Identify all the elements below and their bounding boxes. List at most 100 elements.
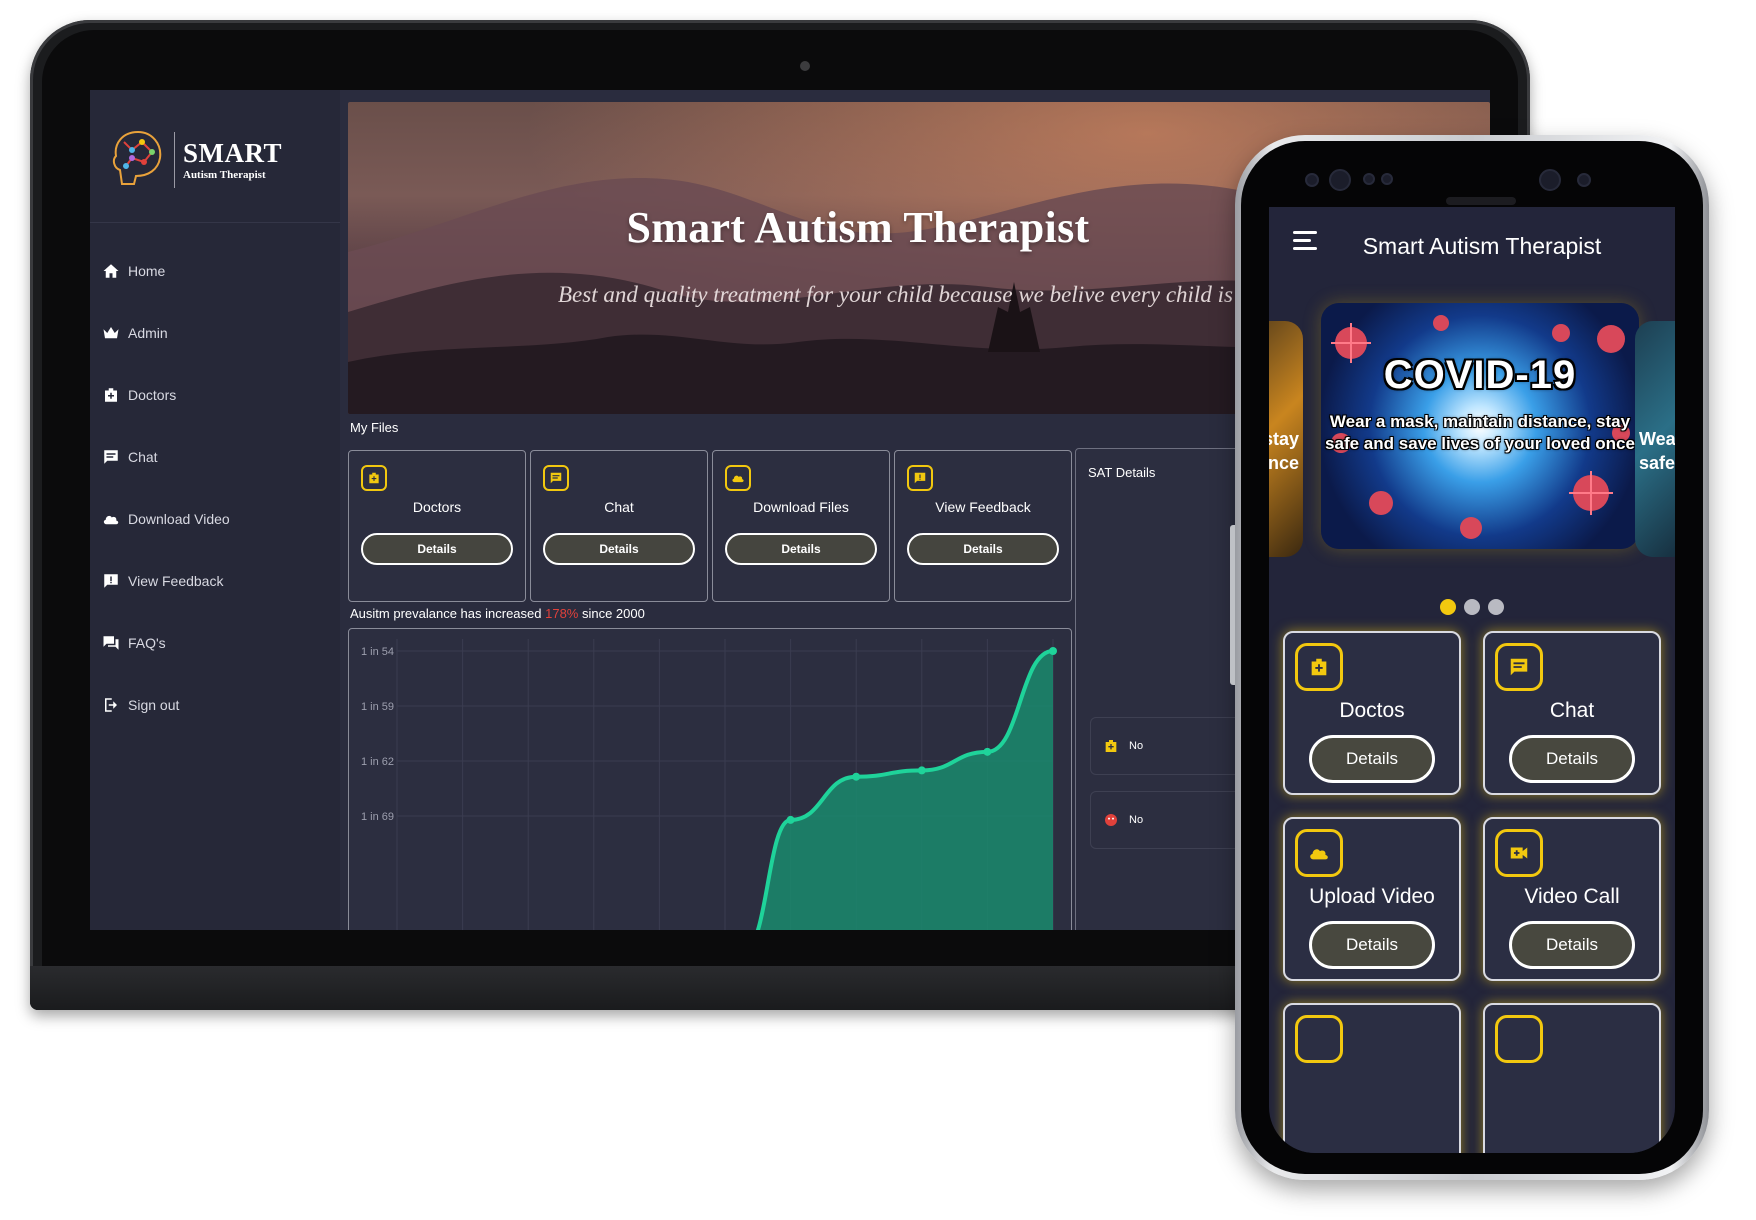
details-button[interactable]: Details [1309,735,1435,783]
carousel-slide-covid[interactable]: COVID-19 Wear a mask, maintain distance,… [1321,303,1639,549]
slide-text: stay [1269,429,1299,449]
card-title: Video Call [1524,885,1620,908]
logo-title: SMART [183,138,283,168]
file-card-view-feedback: View Feedback Details [894,450,1072,602]
slide-caption-line: Wear a mask, maintain distance, stay [1329,412,1631,431]
home-icon [103,264,119,278]
prevalence-chart: 1 in 54 1 in 59 1 in 62 1 in 69 [361,639,1057,930]
sat-details-title: SAT Details [1088,465,1156,480]
front-camera-icon [1329,169,1351,191]
card-title: Chat [1549,699,1595,722]
mobile-app-bar: Smart Autism Therapist [1269,207,1675,287]
sidebar-item-label: Doctors [128,387,177,403]
carousel-indicators [1269,599,1675,615]
details-button[interactable]: Details [1509,921,1635,969]
phone-bezel: Smart Autism Therapist stay once [1241,141,1703,1174]
y-tick-label: 1 in 54 [361,646,394,658]
iris-scanner-icon [1539,169,1561,191]
logo-divider [174,132,175,188]
chat-icon [543,465,569,491]
file-card-chat: Chat Details [530,450,708,602]
details-button[interactable]: Details [725,533,877,565]
file-card-doctors: Doctors Details [348,450,526,602]
medkit-icon [1105,740,1117,752]
my-files-heading: My Files [350,420,399,435]
sidebar-nav: Home Admin Doctors Chat Download Video V… [102,240,332,736]
cloud-icon [1295,829,1343,877]
carousel-dot[interactable] [1488,599,1504,615]
sidebar: SMART Autism Therapist Home Admin Doctor… [90,90,340,930]
phone-side-button [1230,525,1235,685]
caption-text-end: since 2000 [578,606,645,621]
mobile-card-partial [1283,1003,1461,1153]
sidebar-item-admin[interactable]: Admin [102,302,332,364]
sidebar-item-chat[interactable]: Chat [102,426,332,488]
mobile-card-video-call: Video Call Details [1483,817,1661,981]
video-icon [1495,1015,1543,1063]
logo-subtitle: Autism Therapist [183,169,266,181]
sidebar-item-label: Home [128,263,166,279]
mobile-card-upload-video: Upload Video Details [1283,817,1461,981]
medkit-icon [361,465,387,491]
card-title: Doctos [1339,699,1405,722]
sensor-dot [1381,173,1393,185]
hero-subtitle: Best and quality treatment for your chil… [558,282,1304,307]
chat-icon [104,450,118,464]
chart-caption: Ausitm prevalance has increased 178% sin… [350,606,645,621]
image-carousel[interactable]: stay once [1269,303,1675,615]
card-title: Download Files [753,499,849,515]
carousel-dot[interactable] [1464,599,1480,615]
sidebar-item-faqs[interactable]: FAQ's [102,612,332,674]
laptop-camera [800,61,810,71]
carousel-slide-next[interactable]: Wea safe [1635,321,1675,557]
prevalence-chart-panel: 1 in 54 1 in 59 1 in 62 1 in 69 [348,628,1072,930]
data-point [852,772,861,781]
feedback-icon [907,465,933,491]
card-title: Upload Video [1309,885,1435,908]
sidebar-item-sign-out[interactable]: Sign out [102,674,332,736]
sensor-dot [1577,173,1591,187]
sidebar-item-home[interactable]: Home [102,240,332,302]
file-card-download-files: Download Files Details [712,450,890,602]
details-button[interactable]: Details [1309,921,1435,969]
carousel-dot[interactable] [1440,599,1456,615]
brand-logo[interactable]: SMART Autism Therapist [108,120,288,200]
data-point [1049,647,1057,655]
sidebar-item-label: View Feedback [128,573,224,589]
details-button[interactable]: Details [1509,735,1635,783]
face-icon [1105,814,1117,826]
sidebar-item-doctors[interactable]: Doctors [102,364,332,426]
slide-caption: Wear a mask, maintain distance, stay saf… [1321,411,1639,455]
y-tick-label: 1 in 59 [361,701,394,713]
mobile-app-title: Smart Autism Therapist [1362,233,1602,259]
slide-text: Wea [1639,429,1675,449]
details-button[interactable]: Details [361,533,513,565]
details-button[interactable]: Details [907,533,1059,565]
feedback-icon [104,574,118,588]
crown-icon [103,327,119,339]
card-title: Doctors [412,499,462,515]
slide-text: safe [1639,453,1675,473]
chat-icon [1495,643,1543,691]
sidebar-item-label: Sign out [128,697,180,713]
sidebar-item-label: Admin [128,325,168,341]
details-button[interactable]: Details [543,533,695,565]
sat-row-text: No [1129,814,1144,826]
sidebar-item-view-feedback[interactable]: View Feedback [102,550,332,612]
data-point [786,815,795,824]
medkit-icon [105,388,117,402]
sensor-dot [1363,173,1375,185]
forum-icon [103,636,119,650]
logout-icon [105,698,117,712]
sidebar-item-label: Chat [128,449,158,465]
carousel-slide-previous[interactable]: stay once [1269,321,1303,557]
list-icon [1295,1015,1343,1063]
y-tick-label: 1 in 69 [361,811,394,823]
card-title: View Feedback [935,499,1031,515]
slide-text: once [1269,453,1299,473]
cloud-icon [103,515,119,525]
slide-caption-line: safe and save lives of your loved once [1325,434,1635,453]
slide-title: COVID-19 [1383,353,1577,397]
sat-row-text: No [1129,740,1144,752]
sidebar-item-download-video[interactable]: Download Video [102,488,332,550]
